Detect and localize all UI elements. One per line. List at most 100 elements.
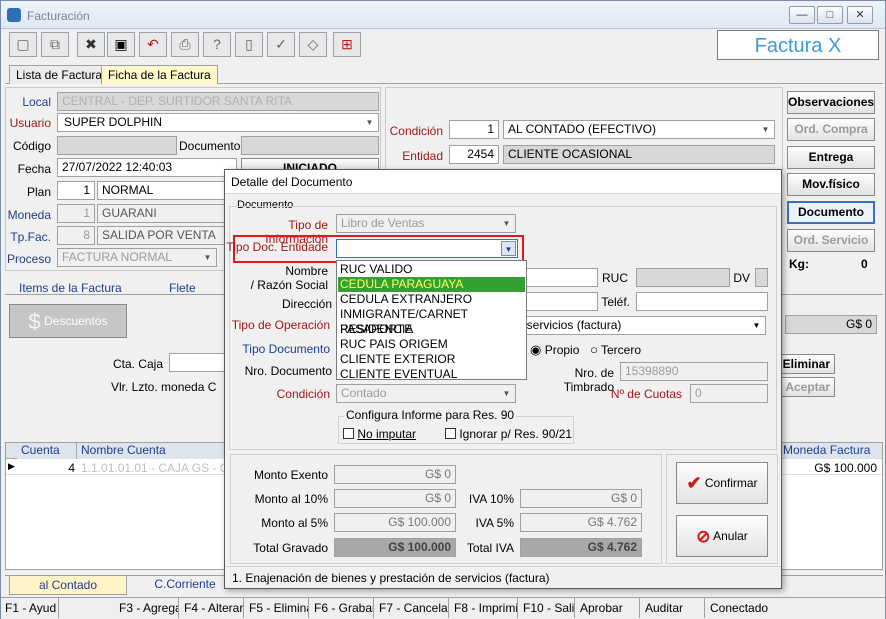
tipo-info-field[interactable]: Libro de Ventas ▼ <box>336 214 516 233</box>
codigo-field[interactable] <box>57 136 177 155</box>
condicion-dialog-field[interactable]: Contado ▼ <box>336 384 516 403</box>
moneda-code[interactable]: 1 <box>57 204 95 223</box>
monto10-field[interactable]: G$ 0 <box>334 489 456 508</box>
entidad-field[interactable]: CLIENTE OCASIONAL <box>503 145 775 164</box>
status-f1[interactable]: F1 - Ayud <box>1 598 59 618</box>
status-auditar[interactable]: Auditar <box>641 598 705 618</box>
ruc-field[interactable] <box>636 268 730 287</box>
monto5-field[interactable]: G$ 100.000 <box>334 513 456 532</box>
aceptar-button[interactable]: Aceptar <box>779 377 835 397</box>
descuentos-button[interactable]: $ Descuentos <box>9 304 127 338</box>
print-icon[interactable]: ⎙ <box>171 32 199 57</box>
telef-field[interactable] <box>636 292 768 311</box>
monto-exento-field[interactable]: G$ 0 <box>334 465 456 484</box>
minimize-button[interactable]: — <box>789 6 815 24</box>
mov-fisico-button[interactable]: Mov.físico <box>787 173 875 196</box>
iva10-field[interactable]: G$ 0 <box>520 489 642 508</box>
option-cliente-exterior[interactable]: CLIENTE EXTERIOR <box>338 352 525 367</box>
row-nombre: 1.1.01.01.01 - CAJA GS - GER <box>81 461 225 475</box>
save-icon[interactable]: ▣ <box>107 32 135 57</box>
eliminar-button[interactable]: Eliminar <box>779 354 835 374</box>
option-cedula-extranjero[interactable]: CEDULA EXTRANJERO <box>338 292 525 307</box>
no-imputar-checkbox[interactable]: No imputar <box>343 427 416 441</box>
anular-button[interactable]: ⊘ Anular <box>676 515 768 557</box>
local-field[interactable]: CENTRAL - DEP. SURTIDOR SANTA RITA <box>57 92 379 111</box>
chevron-down-icon: ▼ <box>761 125 770 134</box>
plan-field[interactable]: NORMAL <box>97 181 225 200</box>
exit-icon[interactable]: ▯ <box>235 32 263 57</box>
grid-col-cuenta[interactable]: Cuenta <box>17 443 77 459</box>
ord-compra-button[interactable]: Ord. Compra <box>787 118 875 141</box>
dv-field[interactable] <box>755 268 768 287</box>
help-icon[interactable]: ? <box>203 32 231 57</box>
usuario-value: SUPER DOLPHIN <box>64 115 163 129</box>
grid-col-nombre[interactable]: Nombre Cuenta <box>77 443 227 459</box>
cuotas-label: Nº de Cuotas <box>610 387 682 401</box>
status-aprobar[interactable]: Aprobar <box>576 598 640 618</box>
right-gs-field[interactable]: G$ 0 <box>785 315 877 334</box>
status-f4[interactable]: F4 - Alterar <box>180 598 244 618</box>
propio-radio[interactable]: ◉ Propio <box>530 342 579 358</box>
tipo-documento-label: Tipo Documento <box>242 342 330 356</box>
option-cliente-eventual[interactable]: CLIENTE EVENTUAL <box>338 367 525 382</box>
cta-caja-field[interactable] <box>169 353 227 372</box>
delete-icon[interactable]: ✖ <box>77 32 105 57</box>
fecha-field[interactable]: 27/07/2022 12:40:03 <box>57 158 237 177</box>
proceso-field[interactable]: FACTURA NORMAL ▼ <box>57 248 217 267</box>
ord-servicio-button[interactable]: Ord. Servicio <box>787 229 875 252</box>
tab-al-contado[interactable]: al Contado <box>9 575 127 595</box>
new-icon[interactable]: ▢ <box>9 32 37 57</box>
tab-lista-facturas[interactable]: Lista de Facturas <box>9 65 116 84</box>
plan-label: Plan <box>26 185 51 199</box>
tpfac-code[interactable]: 8 <box>57 226 95 245</box>
razon-social-label: / Razón Social <box>250 278 328 292</box>
check-icon[interactable]: ✓ <box>267 32 295 57</box>
usuario-field[interactable]: SUPER DOLPHIN ▼ <box>57 113 379 132</box>
option-inmigrante[interactable]: INMIGRANTE/CARNET RESIDENCIA <box>338 307 525 336</box>
tpfac-field[interactable]: SALIDA POR VENTA <box>97 226 225 245</box>
cuotas-field[interactable]: 0 <box>690 384 768 403</box>
status-f8[interactable]: F8 - Imprimi <box>450 598 518 618</box>
tercero-radio[interactable]: ○ Tercero <box>590 342 641 357</box>
copy-icon[interactable]: ⧉ <box>41 32 69 57</box>
option-pasaporte[interactable]: PASAPORTE <box>338 322 525 337</box>
status-f5[interactable]: F5 - Elimina <box>245 598 309 618</box>
close-button[interactable]: ✕ <box>847 6 873 24</box>
res90-title: Configura Informe para Res. 90 <box>344 408 517 422</box>
undo-icon[interactable]: ↶ <box>139 32 167 57</box>
confirmar-button[interactable]: ✔ Confirmar <box>676 462 768 504</box>
observaciones-button[interactable]: Observaciones <box>787 91 875 114</box>
nro-timbrado-field[interactable]: 15398890 <box>620 362 768 381</box>
condicion-code[interactable]: 1 <box>449 120 499 139</box>
tab-ficha-factura[interactable]: Ficha de la Factura <box>101 65 218 84</box>
tab-items-factura[interactable]: Items de la Factura <box>19 281 122 295</box>
tipo-doc-select[interactable]: ▼ <box>336 239 518 258</box>
documento-field[interactable] <box>241 136 379 155</box>
maximize-button[interactable]: □ <box>817 6 843 24</box>
ignorar-checkbox[interactable]: Ignorar p/ Res. 90/21 <box>445 427 572 441</box>
status-f6[interactable]: F6 - Grabar <box>310 598 374 618</box>
status-f10[interactable]: F10 - Salir <box>519 598 575 618</box>
status-f7[interactable]: F7 - Cancelar <box>375 598 449 618</box>
entrega-button[interactable]: Entrega <box>787 146 875 169</box>
option-ruc-valido[interactable]: RUC VALIDO <box>338 262 525 277</box>
tag-icon[interactable]: ◇ <box>299 32 327 57</box>
tab-flete[interactable]: Flete <box>169 281 196 295</box>
tipo-op-field[interactable]: de servicios (factura) ▼ <box>504 316 766 335</box>
documento-button[interactable]: Documento <box>787 201 875 224</box>
nombre-field[interactable] <box>526 268 598 287</box>
option-cedula-paraguaya[interactable]: CEDULA PARAGUAYA <box>338 277 525 292</box>
entidad-code[interactable]: 2454 <box>449 145 499 164</box>
plan-code[interactable]: 1 <box>57 181 95 200</box>
status-f3[interactable]: F3 - Agrega <box>115 598 179 618</box>
direccion-field[interactable] <box>526 292 598 311</box>
iva5-field[interactable]: G$ 4.762 <box>520 513 642 532</box>
tercero-label: Tercero <box>600 343 641 357</box>
app-logo-icon <box>7 8 21 22</box>
chevron-down-icon[interactable]: ▼ <box>501 241 516 256</box>
condicion-field[interactable]: AL CONTADO (EFECTIVO) ▼ <box>503 120 775 139</box>
print-report-icon[interactable]: ⊞ <box>333 32 361 57</box>
option-ruc-pais-origem[interactable]: RUC PAIS ORIGEM <box>338 337 525 352</box>
moneda-field[interactable]: GUARANI <box>97 204 225 223</box>
grid-col-moneda[interactable]: Moneda Factura <box>783 443 881 459</box>
